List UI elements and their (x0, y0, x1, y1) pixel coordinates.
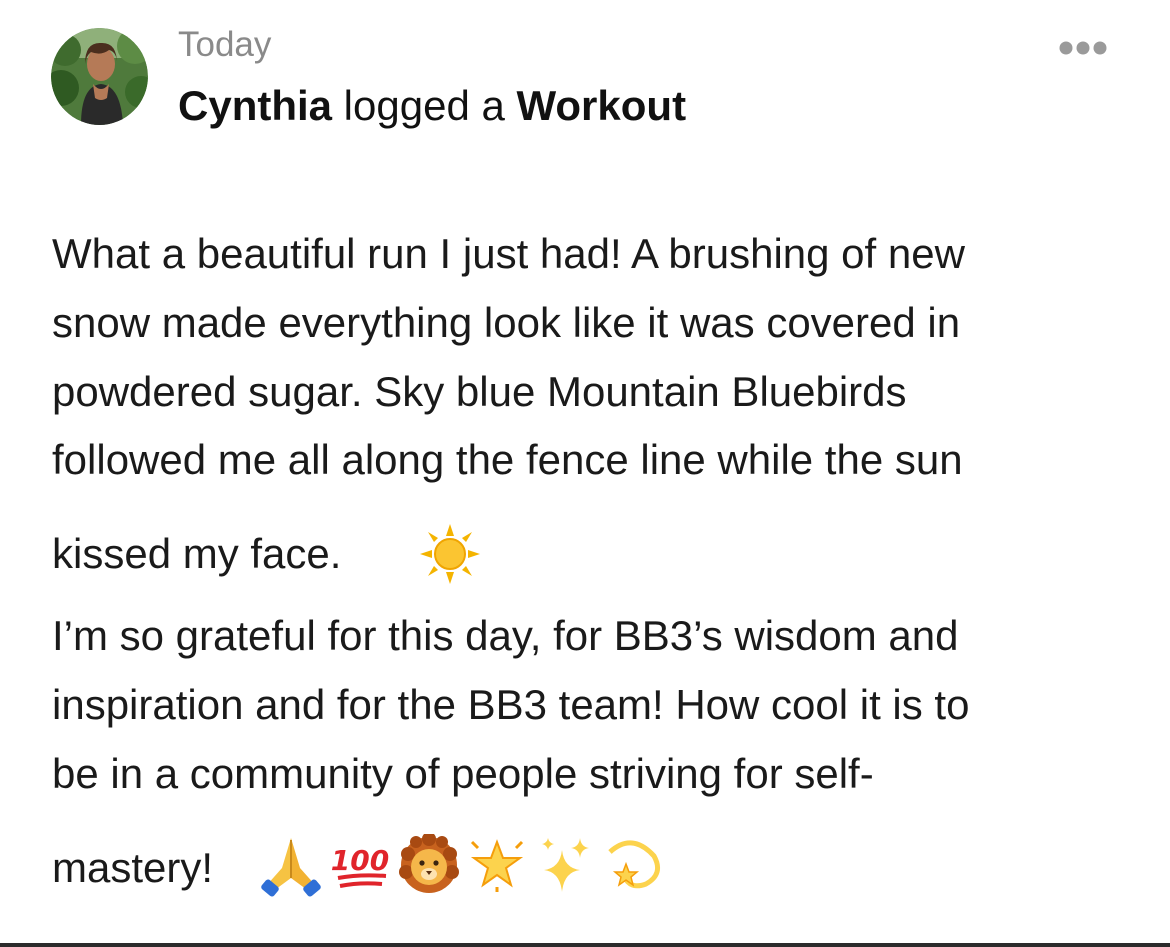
post-headline: Cynthia logged a Workout (178, 80, 686, 132)
glowing-star-emoji (470, 839, 524, 892)
headline-action: logged a (332, 82, 517, 129)
avatar[interactable] (51, 28, 148, 125)
sparkles-emoji (542, 838, 589, 892)
author-name[interactable]: Cynthia (178, 82, 332, 129)
post-text-line: inspiration and for the BB3 team! How co… (52, 681, 970, 728)
post-text-line: powdered sugar. Sky blue Mountain Bluebi… (52, 368, 907, 415)
more-dots-icon (1059, 41, 1107, 55)
folded-hands-emoji (261, 838, 321, 897)
emoji-row-mastery: 100 (258, 832, 664, 898)
post-text-line: snow made everything look like it was co… (52, 299, 961, 346)
hundred-text: 100 (331, 844, 389, 877)
avatar-photo (51, 28, 148, 125)
dizzy-emoji (608, 840, 661, 889)
post-text-line: kissed my face. (52, 530, 342, 577)
post-text-line: be in a community of people striving for… (52, 750, 874, 797)
post-text-line: I’m so grateful for this day, for BB3’s … (52, 612, 959, 659)
post-text-line: mastery! (52, 844, 214, 891)
post-text-line: What a beautiful run I just had! A brush… (52, 230, 965, 277)
more-options-button[interactable] (1058, 36, 1112, 60)
post-text-line: followed me all along the fence line whi… (52, 436, 963, 483)
activity-post: Today Cynthia logged a Workout What a be… (0, 0, 1170, 947)
hundred-points-emoji: 100 (331, 844, 389, 888)
activity-type[interactable]: Workout (517, 82, 687, 129)
post-divider (0, 943, 1170, 947)
lion-emoji (399, 834, 459, 893)
post-timestamp: Today (178, 25, 272, 64)
emoji-row-sun (418, 522, 482, 586)
sun-emoji (420, 524, 480, 584)
